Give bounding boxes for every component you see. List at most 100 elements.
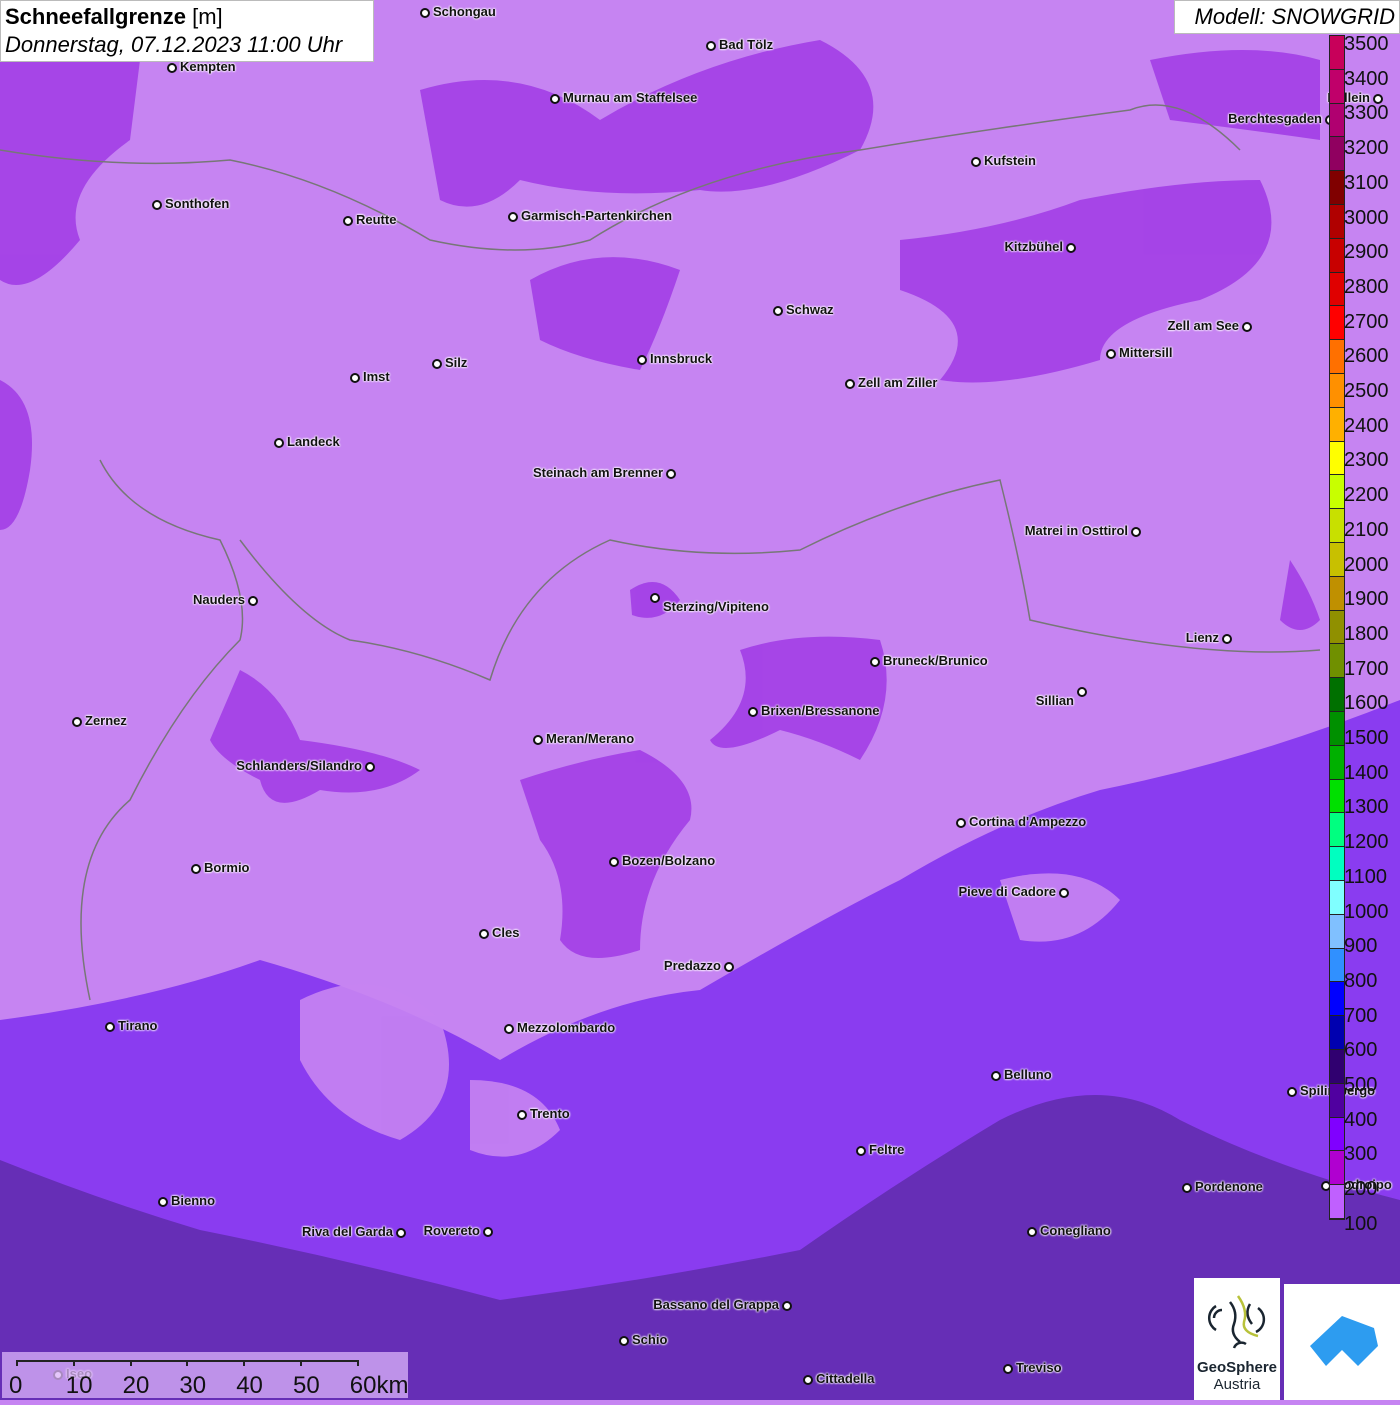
scale-tick — [129, 1360, 132, 1366]
legend-label: 600 — [1344, 1039, 1378, 1062]
city-label: Sonthofen — [165, 196, 230, 211]
city-marker — [1027, 1227, 1037, 1237]
city-marker — [105, 1022, 115, 1032]
legend-band — [1330, 576, 1344, 611]
city-marker — [650, 593, 660, 603]
geosphere-icon — [1207, 1295, 1266, 1349]
city-label: Treviso — [1016, 1360, 1062, 1375]
city-marker — [420, 8, 430, 18]
city-marker — [432, 359, 442, 369]
legend-label: 900 — [1344, 935, 1378, 958]
legend-band — [1330, 813, 1344, 848]
city-marker — [1287, 1087, 1297, 1097]
city-label: Pordenone — [1195, 1179, 1263, 1194]
city-label: Schlanders/Silandro — [236, 758, 362, 773]
city-marker — [517, 1110, 527, 1120]
city-label: Bozen/Bolzano — [622, 853, 716, 868]
city-marker — [856, 1146, 866, 1156]
scale-tick — [243, 1360, 246, 1366]
city-marker — [1242, 322, 1252, 332]
city-marker — [72, 717, 82, 727]
city-label: Brixen/Bressanone — [761, 703, 880, 718]
city-label: Innsbruck — [650, 351, 713, 366]
city-label: Zell am Ziller — [858, 375, 938, 390]
legend-band — [1330, 610, 1344, 645]
scale-label: 20 — [122, 1372, 150, 1399]
legend-label: 3500 — [1344, 33, 1389, 55]
city-marker — [971, 157, 981, 167]
map-title: Schneefallgrenze — [5, 4, 186, 29]
model-label: Modell: SNOWGRID — [1174, 0, 1400, 34]
city-marker — [1003, 1364, 1013, 1374]
unit: [m] — [192, 4, 223, 29]
geosphere-logo[interactable]: GeoSphere Austria — [1194, 1278, 1280, 1400]
legend-band — [1330, 407, 1344, 442]
city-marker — [365, 762, 375, 772]
legend-label: 1200 — [1344, 831, 1389, 854]
legend-band — [1330, 914, 1344, 949]
legend-label: 2600 — [1344, 345, 1389, 368]
city-label: Kufstein — [984, 153, 1036, 168]
city-label: Lienz — [1185, 630, 1219, 645]
city-marker — [619, 1336, 629, 1346]
snow-house-icon — [1310, 1316, 1378, 1366]
legend-band — [1330, 441, 1344, 476]
city-marker — [343, 216, 353, 226]
city-marker — [396, 1228, 406, 1238]
city-label: Garmisch-Partenkirchen — [521, 208, 673, 223]
legend-label: 3100 — [1344, 171, 1389, 194]
legend-band — [1330, 542, 1344, 577]
city-marker — [1182, 1183, 1192, 1193]
legend-band — [1330, 1049, 1344, 1084]
partner-logo[interactable] — [1284, 1284, 1400, 1400]
city-marker — [1077, 687, 1087, 697]
city-marker — [1106, 349, 1116, 359]
legend-band — [1330, 373, 1344, 408]
city-marker — [609, 857, 619, 867]
legend-band — [1330, 948, 1344, 983]
city-label: Feltre — [869, 1142, 905, 1157]
city-marker — [991, 1071, 1001, 1081]
scale-label: 40 — [236, 1372, 263, 1399]
legend-band — [1330, 1016, 1344, 1050]
legend-label: 3300 — [1344, 102, 1389, 125]
geosphere-subtext: Austria — [1213, 1376, 1261, 1393]
city-label: Cles — [492, 925, 520, 940]
city-label: Conegliano — [1040, 1223, 1111, 1238]
city-marker — [483, 1227, 493, 1237]
legend-band — [1330, 306, 1344, 341]
geosphere-text: GeoSphere — [1196, 1359, 1278, 1376]
scale-label: 60km — [349, 1372, 409, 1399]
scale-label: 50 — [293, 1372, 320, 1399]
scale-tick — [72, 1360, 75, 1366]
city-label: Rovereto — [423, 1223, 480, 1238]
city-label: Bienno — [171, 1193, 216, 1208]
city-label: Murnau am Staffelsee — [563, 90, 698, 105]
city-marker — [956, 818, 966, 828]
legend-band — [1330, 982, 1344, 1017]
scale-label: 30 — [179, 1372, 207, 1399]
city-marker — [1059, 888, 1069, 898]
scale-tick — [186, 1360, 189, 1366]
legend-band — [1330, 272, 1344, 307]
legend-band — [1330, 745, 1344, 780]
legend-label: 1400 — [1344, 761, 1389, 784]
city-label: Bassano del Grappa — [653, 1297, 779, 1312]
legend-label: 2400 — [1344, 414, 1389, 437]
city-label: Kitzbühel — [1004, 239, 1064, 254]
city-marker — [773, 306, 783, 316]
legend-label: 1900 — [1344, 588, 1389, 611]
legend-label: 2200 — [1344, 484, 1389, 507]
city-label: Reutte — [356, 212, 397, 227]
legend-band — [1330, 644, 1344, 679]
legend-band — [1330, 1185, 1344, 1219]
city-label: Tirano — [118, 1018, 158, 1033]
city-marker — [706, 41, 716, 51]
scale-tick — [356, 1360, 359, 1366]
legend-band — [1330, 475, 1344, 510]
legend-label: 1300 — [1344, 796, 1389, 819]
city-marker — [350, 373, 360, 383]
legend-band — [1330, 847, 1344, 881]
city-label: Belluno — [1004, 1067, 1052, 1082]
city-label: Landeck — [287, 434, 340, 449]
